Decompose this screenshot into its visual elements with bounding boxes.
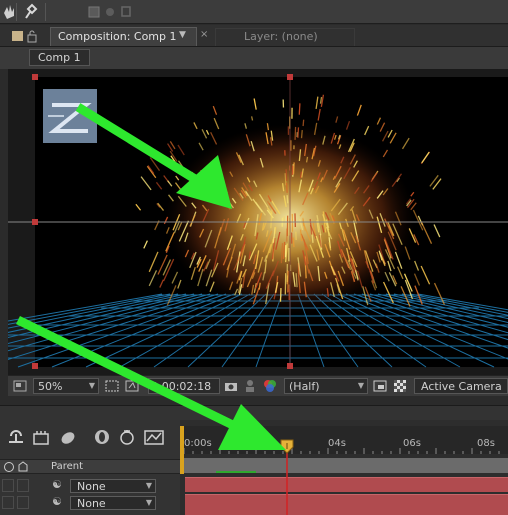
3d-view-value: Active Camera [421, 380, 502, 393]
chevron-down-icon: ▼ [145, 498, 152, 507]
close-icon[interactable]: × [200, 29, 208, 40]
annotation-arrow [16, 315, 286, 450]
parent-column-header: Parent [51, 461, 84, 472]
chevron-down-icon: ▼ [145, 481, 152, 490]
solo-column-icon[interactable] [3, 461, 15, 473]
lock-icon[interactable] [27, 30, 37, 43]
breadcrumb[interactable]: Comp 1 [29, 49, 90, 66]
parent-dropdown[interactable]: None ▼ [70, 496, 156, 510]
axis-local-icon[interactable] [88, 6, 100, 18]
panel-menu-icon[interactable] [12, 31, 24, 42]
axis-view-icon[interactable] [120, 5, 132, 18]
comp-navigator: Comp 1 [0, 47, 508, 69]
axis-world-icon[interactable] [104, 6, 116, 18]
tools-toolbar [0, 0, 508, 24]
solo-switch[interactable] [2, 496, 14, 509]
parent-value: None [77, 497, 106, 510]
pick-whip-icon[interactable]: ☯ [52, 495, 62, 508]
3d-view-dropdown[interactable]: Active Camera [414, 378, 508, 394]
lock-column-icon[interactable] [17, 461, 29, 473]
chevron-down-icon: ▼ [357, 381, 364, 390]
region-of-interest-icon[interactable] [373, 379, 387, 393]
tab-layer[interactable]: Layer: (none) [215, 28, 355, 46]
work-area-bar[interactable] [184, 458, 508, 473]
parent-dropdown[interactable]: None ▼ [70, 479, 156, 493]
lock-switch[interactable] [17, 479, 29, 492]
tab-dropdown-icon[interactable]: ▼ [179, 30, 186, 40]
transparency-grid-icon[interactable] [393, 379, 407, 393]
layer-column-header: Parent [0, 459, 180, 474]
tab-layer-label: Layer: (none) [244, 30, 318, 43]
puppet-pin-tool-icon[interactable] [22, 3, 38, 21]
layer-duration-bar[interactable] [185, 494, 508, 515]
lock-switch[interactable] [17, 496, 29, 509]
pick-whip-icon[interactable]: ☯ [52, 478, 62, 491]
solo-switch[interactable] [2, 479, 14, 492]
cache-indicator [216, 471, 256, 473]
tab-composition[interactable]: Composition: Comp 1 ▼ [50, 27, 197, 46]
parent-value: None [77, 480, 106, 493]
layer-duration-bar[interactable] [185, 477, 508, 492]
hand-tool-icon[interactable] [2, 3, 16, 21]
tab-composition-label: Composition: Comp 1 [58, 30, 177, 43]
panel-tab-bar: Composition: Comp 1 ▼ × Layer: (none) [0, 25, 508, 47]
